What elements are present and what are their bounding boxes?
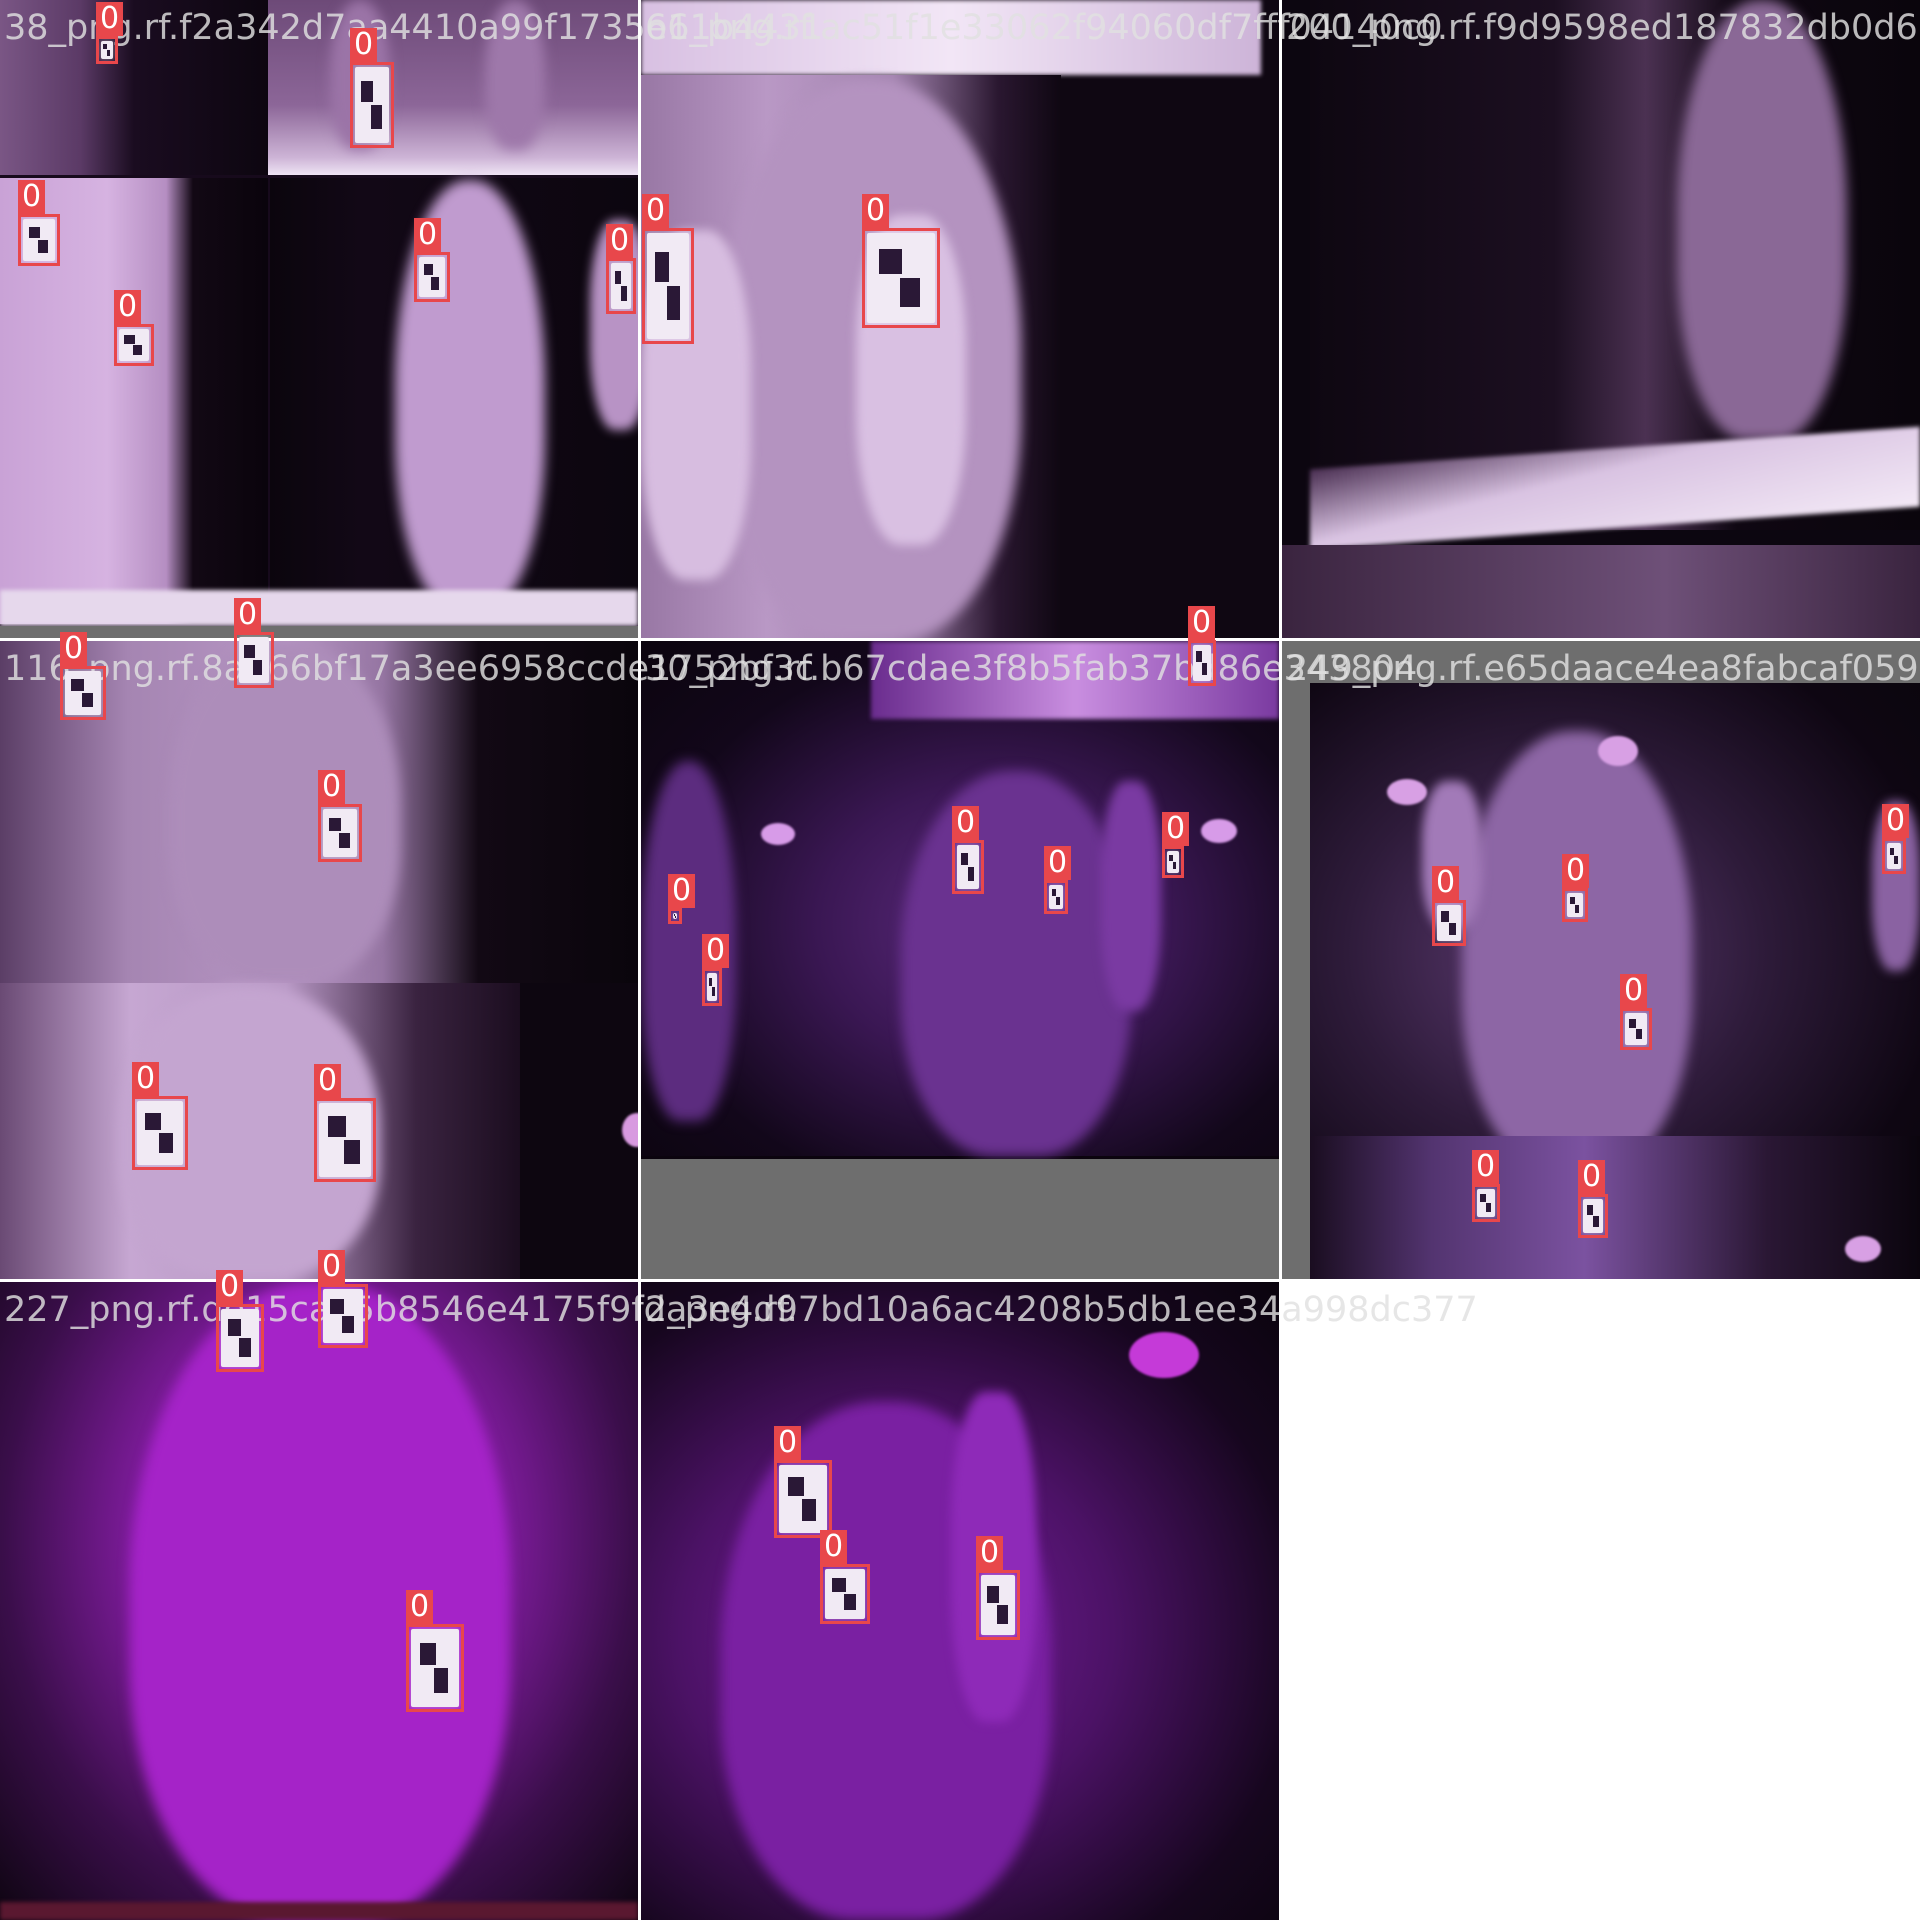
class-label: 0 [1432,866,1460,900]
detection-box [318,1284,368,1348]
detection-box [314,1098,376,1182]
class-label: 0 [406,1590,434,1624]
blurred-person [1462,731,1692,1171]
blurred-person [901,771,1131,1156]
class-label: 0 [132,1062,160,1096]
bright-surface [0,1902,638,1920]
class-label: 0 [216,1270,244,1304]
class-label: 0 [314,1064,342,1098]
detection-box [96,36,118,64]
class-label: 0 [976,1536,1004,1570]
tile-divider [1279,0,1282,1282]
blurred-person [170,641,400,983]
detection-box [1162,846,1184,878]
tile-divider [638,0,641,1920]
detection-box [976,1570,1020,1640]
detection-box [1188,640,1216,686]
detection-box [1044,880,1068,914]
class-label: 0 [642,194,670,228]
class-label: 0 [1162,812,1190,846]
photo-region [1310,1136,1920,1279]
photo-region [1282,545,1920,638]
padding-strip [641,1159,1279,1279]
detection-box [1620,1008,1652,1050]
bright-surface [0,590,638,626]
class-label: 0 [774,1426,802,1460]
tile-filename: 2_png.rf.7bd10a6ac4208b5db1ee34a998dc377 [645,1290,1478,1330]
detection-box [132,1096,188,1170]
detection-box [18,214,60,266]
class-label: 0 [414,218,442,252]
detection-box [1882,838,1906,874]
class-label: 0 [96,2,124,36]
mosaic-tile [641,0,1279,638]
light-spot [1201,819,1237,843]
class-label: 0 [18,180,46,214]
mosaic-tile [0,641,638,1279]
detection-box [1432,900,1466,946]
class-label: 0 [606,224,634,258]
light-spot [1129,1332,1199,1378]
mosaic-tile [0,1282,638,1920]
detection-box [820,1564,870,1624]
tile-filename: 200_png.rf.f9d9598ed187832db0d607 [1286,8,1920,48]
mosaic-tile [1282,0,1920,638]
class-label: 0 [1882,804,1910,838]
light-spot [622,1113,638,1147]
padding-strip [0,626,638,638]
class-label: 0 [862,194,890,228]
detection-box [216,1304,264,1372]
class-label: 0 [702,934,730,968]
detection-box [952,840,984,894]
blurred-person [1677,0,1847,440]
class-label: 0 [1188,606,1216,640]
detection-box [60,666,106,720]
blurred-arm [1101,781,1161,1011]
detection-box [414,252,450,302]
image-mosaic: 38_png.rf.f2a342d7aa4410a99f1735e61b4431… [0,0,1920,1920]
class-label: 0 [1620,974,1648,1008]
mosaic-tile [641,1282,1279,1920]
detection-box [318,804,362,862]
mosaic-tile [0,0,638,638]
class-label: 0 [60,632,88,666]
class-label: 0 [952,806,980,840]
class-label: 0 [820,1530,848,1564]
detection-box [1472,1184,1500,1222]
detection-box [406,1624,464,1712]
light-spot [761,823,795,845]
class-label: 0 [114,290,142,324]
mosaic-tile [641,641,1279,1279]
detection-box [668,908,682,924]
detection-box [774,1460,832,1538]
tile-filename: 249_png.rf.e65daace4ea8fabcaf0596 [1286,649,1920,689]
class-label: 0 [318,770,346,804]
blurred-person [130,1282,510,1920]
detection-box [862,228,940,328]
detection-box [642,228,694,344]
class-label: 0 [668,874,696,908]
class-label: 0 [350,28,378,62]
detection-box [234,632,274,688]
class-label: 0 [1578,1160,1606,1194]
detection-box [114,324,154,366]
class-label: 0 [234,598,262,632]
class-label: 0 [1472,1150,1500,1184]
detection-box [1562,888,1588,922]
tile-divider [0,638,1920,641]
light-spot [1598,736,1638,766]
tile-divider [0,1279,1282,1282]
detection-box [350,62,394,148]
class-label: 0 [1562,854,1590,888]
detection-box [1578,1194,1608,1238]
detection-box [606,258,636,314]
light-spot [1387,779,1427,805]
class-label: 0 [318,1250,346,1284]
light-spot [1845,1236,1881,1262]
detection-box [702,968,722,1006]
class-label: 0 [1044,846,1072,880]
